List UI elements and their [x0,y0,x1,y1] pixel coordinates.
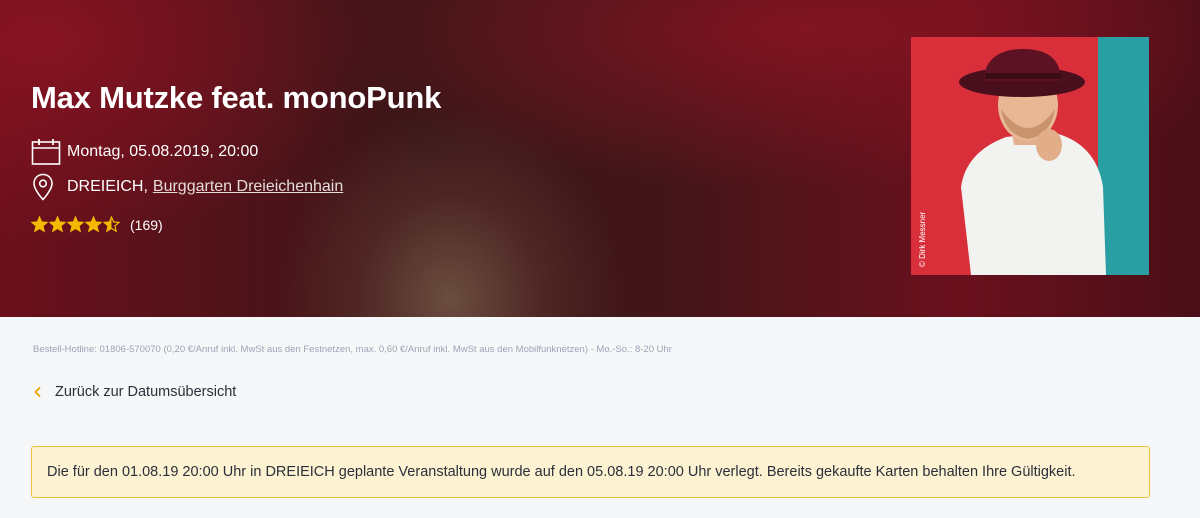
rescheduled-notice: Die für den 01.08.19 20:00 Uhr in DREIEI… [31,446,1150,498]
chevron-left-icon [33,386,43,398]
venue-link[interactable]: Burggarten Dreieichenhain [153,178,343,196]
star-full-icon [49,216,66,233]
back-link-label: Zurück zur Datumsübersicht [55,384,237,400]
rating[interactable]: (169) [31,216,163,233]
calendar-icon [31,137,63,167]
event-title: Max Mutzke feat. monoPunk [31,80,442,115]
notice-text: Die für den 01.08.19 20:00 Uhr in DREIEI… [47,464,1076,480]
rating-count: (169) [130,216,163,233]
back-to-date-overview-link[interactable]: Zurück zur Datumsübersicht [33,384,236,400]
event-date: Montag, 05.08.2019, 20:00 [67,143,259,160]
star-full-icon [85,216,102,233]
photo-credit: © Dirk Messner [918,211,927,267]
event-city: DREIEICH, [67,178,148,195]
star-full-icon [31,216,48,233]
location-pin-icon [31,172,63,202]
star-full-icon [67,216,84,233]
order-hotline: Bestell-Hotline: 01806-570070 (0,20 €/An… [33,344,672,355]
event-venue-row: DREIEICH, Burggarten Dreieichenhain [31,172,343,202]
event-header: Max Mutzke feat. monoPunk Montag, 05.08.… [0,0,1200,317]
rating-stars [31,216,120,233]
star-half-icon [103,216,120,233]
event-date-row: Montag, 05.08.2019, 20:00 [31,137,258,167]
event-poster-image: © Dirk Messner [911,37,1149,275]
